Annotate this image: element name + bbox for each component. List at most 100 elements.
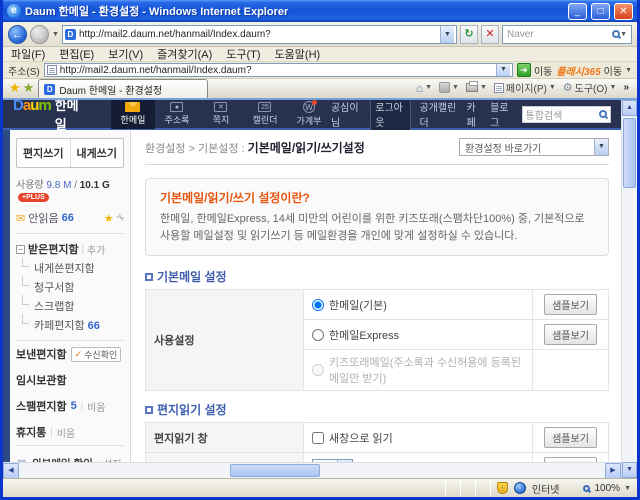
empty-trash-link[interactable]: 비움 <box>57 425 75 440</box>
attachment-filter-icon[interactable]: ✂ <box>113 211 126 225</box>
folder-cafe[interactable]: 카페편지함 66 <box>16 314 124 333</box>
radio-hanmail-basic[interactable] <box>312 298 324 311</box>
toolbar-url-dropdown-icon[interactable]: ▼ <box>495 64 510 76</box>
menu-help[interactable]: 도움말(H) <box>275 46 321 62</box>
forward-button[interactable]: → <box>30 24 49 44</box>
hscroll-thumb[interactable] <box>229 464 320 477</box>
compose-button[interactable]: 편지쓰기 <box>17 139 71 167</box>
nav-hanmail[interactable]: 한메일 <box>110 100 155 129</box>
scroll-down-arrow[interactable]: ▼ <box>622 462 637 478</box>
folder-bills[interactable]: 청구서함 <box>16 276 124 295</box>
browser-search-value[interactable]: Naver <box>507 29 612 40</box>
daum-logo[interactable]: Daum 한메일 <box>13 100 81 133</box>
unread-label[interactable]: 안읽음 <box>28 210 58 226</box>
unified-search-icon[interactable] <box>598 110 607 118</box>
menu-favorites[interactable]: 즐겨찾기(A) <box>157 46 212 62</box>
unified-search-box[interactable]: 통합검색 <box>521 105 611 123</box>
radio-label[interactable]: 한메일Express <box>329 327 399 343</box>
back-button[interactable]: ← <box>8 24 27 44</box>
security-shield-icon[interactable]: ! <box>496 482 508 494</box>
checkbox-label[interactable]: 새창으로 읽기 <box>329 430 393 446</box>
scroll-left-arrow[interactable]: ◀ <box>3 463 19 478</box>
search-icon[interactable] <box>612 30 621 38</box>
print-button[interactable]: ▼ <box>465 81 487 92</box>
link-blog[interactable]: 블로그 <box>490 100 513 129</box>
unread-count[interactable]: 66 <box>62 212 74 224</box>
toolbar-overflow-chevron[interactable]: » <box>623 82 629 93</box>
flash365-dropdown-icon[interactable]: ▼ <box>625 67 632 74</box>
feeds-button[interactable]: ▼ <box>439 82 459 93</box>
collapse-icon[interactable]: − <box>16 244 25 254</box>
folder-inbox[interactable]: 받은편지함 <box>28 241 79 257</box>
go-label[interactable]: 이동 <box>534 63 552 78</box>
vertical-scrollbar[interactable]: ▲ ▼ <box>621 100 637 478</box>
home-button[interactable]: ⌂ ▼ <box>416 81 432 95</box>
nav-addressbook[interactable]: ● 주소록 <box>155 100 199 129</box>
menu-edit[interactable]: 편집(E) <box>59 46 94 62</box>
empty-spam-link[interactable]: 비움 <box>87 399 105 414</box>
sample-view-button[interactable]: 샘플보기 <box>544 427 597 449</box>
zoom-level[interactable]: 100% <box>594 483 620 494</box>
menu-view[interactable]: 보기(V) <box>108 46 143 62</box>
minimize-button[interactable]: _ <box>568 2 587 20</box>
external-mail-row[interactable]: ✉ 외부메일 확인 | 설정 <box>16 452 124 462</box>
menu-tools[interactable]: 도구(T) <box>226 46 260 62</box>
radio-label[interactable]: 한메일(기본) <box>329 297 387 313</box>
url-field[interactable]: D http://mail2.daum.net/hanmail/Index.da… <box>61 24 457 44</box>
search-options-icon[interactable]: ▼ <box>620 31 627 38</box>
scroll-right-arrow[interactable]: ▶ <box>605 463 621 478</box>
shortcut-dropdown-icon[interactable]: ▼ <box>594 139 608 155</box>
folder-draft[interactable]: 임시보관함 <box>16 367 124 393</box>
logout-button[interactable]: 로그아웃 <box>370 100 412 131</box>
write-to-me-button[interactable]: 내게쓰기 <box>71 139 124 167</box>
tools-menu-button[interactable]: ⚙ 도구(O) ▼ <box>563 80 617 95</box>
folder-spam[interactable]: 스팸편지함 5 | 비움 <box>16 393 124 419</box>
scroll-up-arrow[interactable]: ▲ <box>622 100 637 116</box>
page-menu-label[interactable]: 페이지(P) <box>506 80 547 95</box>
plus-badge[interactable]: +PLUS <box>18 193 49 202</box>
tab-title[interactable]: Daum 한메일 - 환경설정 <box>59 82 162 97</box>
go-button[interactable]: ➔ 이동 <box>516 63 552 78</box>
link-cafe[interactable]: 카페 <box>466 100 482 129</box>
close-button[interactable]: ✕ <box>614 2 633 20</box>
folder-trash[interactable]: 휴지통 | 비움 <box>16 419 124 445</box>
nav-calendar[interactable]: 25 캘린더 <box>243 100 287 129</box>
folder-sent[interactable]: 보낸편지함 ✓ 수신확인 <box>16 341 124 367</box>
flash365-toolbar-button[interactable]: 플래시365 이동 ▼ <box>556 63 632 78</box>
user-nickname[interactable]: 공심이님 <box>331 100 362 129</box>
url-text[interactable]: http://mail2.daum.net/hanmail/Index.daum… <box>79 29 437 40</box>
nav-cashbook[interactable]: W 가계부 <box>287 100 331 129</box>
zoom-control[interactable]: 100% ▼ <box>583 483 631 494</box>
add-favorite-icon[interactable]: ★ <box>23 80 35 96</box>
nav-note[interactable]: ✕ 쪽지 <box>199 100 243 129</box>
link-public-calendar[interactable]: 공개캘린더 <box>419 100 458 129</box>
vscroll-thumb[interactable] <box>623 118 636 188</box>
radio-hanmail-express[interactable] <box>312 328 324 341</box>
stop-button[interactable]: ✕ <box>481 24 499 44</box>
hscroll-track[interactable] <box>19 463 605 478</box>
sample-view-button[interactable]: 샘플보기 <box>544 294 597 316</box>
tools-menu-label[interactable]: 도구(O) <box>575 80 608 95</box>
menu-file[interactable]: 파일(F) <box>11 46 45 62</box>
url-dropdown-icon[interactable]: ▼ <box>440 25 454 43</box>
horizontal-scrollbar[interactable]: ◀ ▶ <box>3 462 621 478</box>
refresh-button[interactable]: ↻ <box>460 24 478 44</box>
receipt-check-badge[interactable]: ✓ 수신확인 <box>70 346 122 362</box>
page-menu-button[interactable]: 페이지(P) ▼ <box>493 80 556 95</box>
history-dropdown-icon[interactable]: ▼ <box>52 31 59 38</box>
toolbar-url-combo[interactable]: http://mail2.daum.net/hanmail/Index.daum… <box>43 63 513 77</box>
folder-scrap[interactable]: 스크랩함 <box>16 295 124 314</box>
zoom-dropdown-icon[interactable]: ▼ <box>624 485 631 492</box>
settings-shortcut-select[interactable]: 환경설정 바로가기 ▼ <box>459 138 609 156</box>
unified-search-placeholder[interactable]: 통합검색 <box>526 107 596 122</box>
starred-filter-icon[interactable]: ★ <box>104 212 114 225</box>
flash365-action[interactable]: 이동 <box>604 63 622 78</box>
folder-tome[interactable]: 내게쓴편지함 <box>16 257 124 276</box>
maximize-button[interactable]: □ <box>591 2 610 20</box>
checkbox-read-new-window[interactable] <box>312 431 324 444</box>
tab-daum-hanmail[interactable]: D Daum 한메일 - 환경설정 <box>38 79 209 98</box>
favorites-center-icon[interactable]: ★ <box>9 80 21 96</box>
browser-search-box[interactable]: Naver ▼ <box>502 24 632 44</box>
sample-view-button[interactable]: 샘플보기 <box>544 324 597 346</box>
vscroll-track[interactable] <box>622 116 637 462</box>
